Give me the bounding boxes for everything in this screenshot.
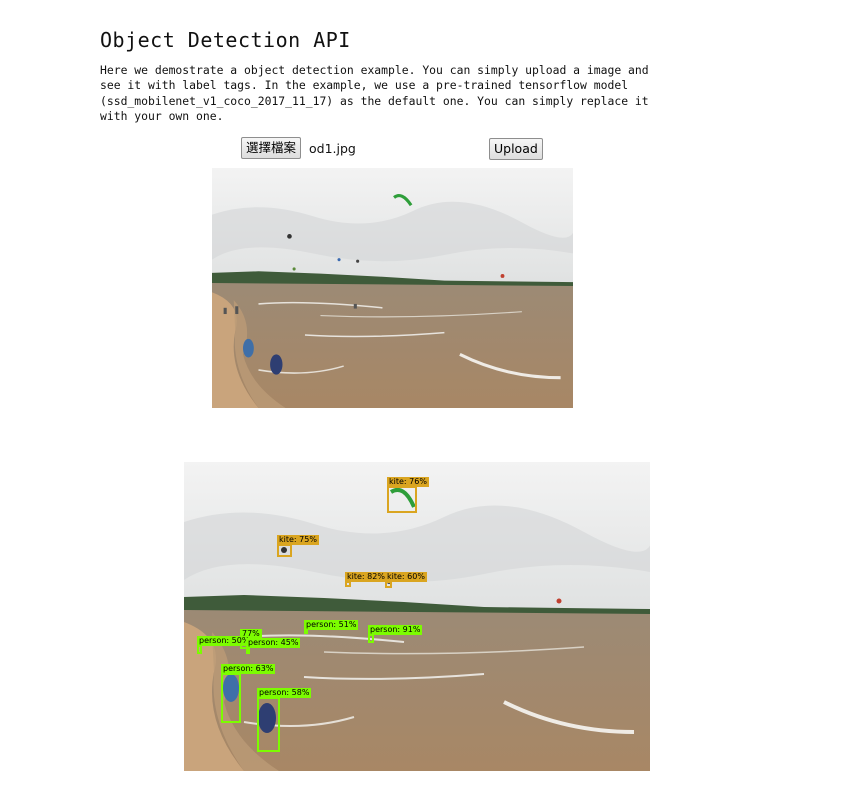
detection-box-kite: kite: 60% (385, 572, 427, 588)
choose-file-button[interactable]: 選擇檔案 (241, 137, 302, 159)
detection-box-person: person: 63% (221, 664, 276, 723)
selected-file-name: od1.jpg (309, 141, 356, 156)
detection-box-kite: kite: 75% (277, 535, 319, 557)
detection-box-person: person: 91% (368, 625, 423, 643)
detection-label: person: 45% (246, 638, 301, 648)
page-title: Object Detection API (100, 28, 351, 52)
detection-label: kite: 76% (387, 477, 429, 487)
detection-label: kite: 75% (277, 535, 319, 545)
detection-label: person: 91% (368, 625, 423, 635)
detection-label: person: 58% (257, 688, 312, 698)
detection-box-kite: kite: 76% (387, 477, 429, 513)
detection-box-person: person: 58% (257, 688, 312, 752)
detection-box-kite: kite: 82% (345, 572, 387, 587)
detection-label: person: 50% (197, 636, 252, 646)
upload-button[interactable]: Upload (489, 138, 543, 160)
detection-box-person: person: 50% (197, 636, 252, 654)
detection-label: kite: 60% (385, 572, 427, 582)
detection-box-person: person: 51% (304, 620, 359, 634)
detection-result-image: kite: 76% kite: 75% kite: 82% kite: 60% … (184, 462, 650, 771)
uploaded-image (212, 168, 573, 408)
detection-label: kite: 82% (345, 572, 387, 582)
page-description: Here we demostrate a object detection ex… (100, 63, 649, 123)
detection-box-person: person: 45% (246, 638, 301, 654)
detection-label: person: 63% (221, 664, 276, 674)
detection-label: person: 51% (304, 620, 359, 630)
